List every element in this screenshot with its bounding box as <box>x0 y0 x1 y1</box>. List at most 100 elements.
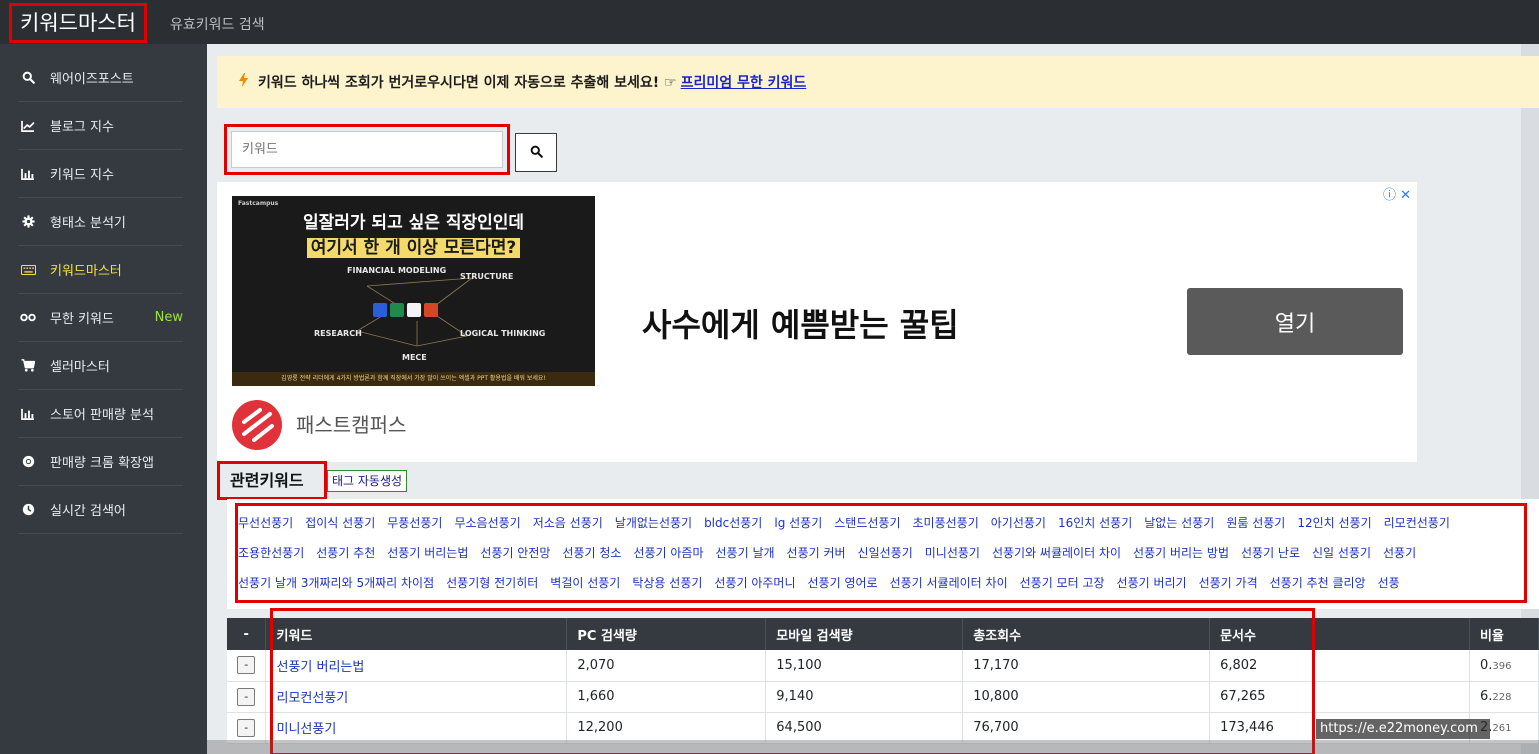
related-keyword-link[interactable]: 날개없는선풍기 <box>615 514 692 531</box>
related-keyword-link[interactable]: 선풍기 <box>1383 544 1416 561</box>
sidebar-item-label: 웨어이즈포스트 <box>50 72 134 87</box>
col-header-keyword[interactable]: 키워드 <box>265 618 568 650</box>
ad-image-label-structure: STRUCTURE <box>460 272 514 281</box>
sidebar-item-label: 블로그 지수 <box>50 120 114 135</box>
sidebar-item-label: 셀러마스터 <box>50 360 110 375</box>
related-keyword-link[interactable]: 선풍기와 써큘레이터 차이 <box>992 544 1121 561</box>
related-keyword-link[interactable]: 선풍기 서큘레이터 차이 <box>890 574 1008 591</box>
related-keyword-link[interactable]: 신일 선풍기 <box>1312 544 1371 561</box>
search-icon <box>530 143 543 162</box>
related-keyword-link[interactable]: 무소음선풍기 <box>454 514 520 531</box>
related-keyword-link[interactable]: 날없는 선풍기 <box>1144 514 1214 531</box>
related-keyword-link[interactable]: 선풍기 버리는 방법 <box>1133 544 1229 561</box>
related-keyword-link[interactable]: 선풍기 버리는법 <box>387 544 468 561</box>
watermark: https://e.e22money.com <box>1316 719 1490 739</box>
line-chart-icon <box>18 120 38 132</box>
advertisement[interactable]: ⓘ ✕ Fastcampus 일잘러가 되고 싶은 직장인인데 여기서 한 개 … <box>217 182 1417 462</box>
related-keyword-link[interactable]: 선풍기 추천 <box>316 544 375 561</box>
related-keyword-link[interactable]: bldc선풍기 <box>704 514 762 531</box>
tag-autogen-button[interactable]: 태그 자동생성 <box>327 470 408 492</box>
related-keyword-link[interactable]: 무풍선풍기 <box>387 514 442 531</box>
related-keyword-link[interactable]: 선풍기 난로 <box>1241 544 1300 561</box>
word-icon <box>373 303 387 317</box>
remove-row-button[interactable]: - <box>237 718 256 737</box>
related-keyword-link[interactable]: lg 선풍기 <box>774 514 822 531</box>
sidebar-item-whereispost[interactable]: 웨어이즈포스트 <box>18 54 183 102</box>
related-keyword-link[interactable]: 16인치 선풍기 <box>1058 514 1132 531</box>
related-keyword-link[interactable]: 선풍기 아주머니 <box>714 574 795 591</box>
clock-icon <box>18 503 38 516</box>
related-keyword-link[interactable]: 선풍기 청소 <box>562 544 621 561</box>
related-keyword-link[interactable]: 아기선풍기 <box>991 514 1046 531</box>
ad-headline[interactable]: 사수에게 예쁨받는 꿀팁 <box>642 300 959 346</box>
related-keyword-link[interactable]: 저소음 선풍기 <box>533 514 603 531</box>
col-header-pc[interactable]: PC 검색량 <box>566 618 767 650</box>
related-keyword-link[interactable]: 선풍기 모터 고장 <box>1020 574 1105 591</box>
related-keyword-link[interactable]: 선풍기 영어로 <box>808 574 878 591</box>
related-keyword-link[interactable]: 미니선풍기 <box>925 544 980 561</box>
related-keyword-link[interactable]: 초미풍선풍기 <box>913 514 979 531</box>
related-keyword-link[interactable]: 선풍기 안전망 <box>480 544 550 561</box>
pc-volume: 1,660 <box>566 681 767 713</box>
top-bar: 키워드마스터 유효키워드 검색 <box>0 0 1539 44</box>
related-keyword-link[interactable]: 선풍기 날개 <box>716 544 775 561</box>
col-header-total[interactable]: 총조회수 <box>962 618 1211 650</box>
related-keyword-link[interactable]: 선풍기 추천 클리앙 <box>1270 574 1366 591</box>
sidebar-item-realtime-search[interactable]: 실시간 검색어 <box>18 486 183 534</box>
cart-icon <box>18 359 38 372</box>
row-action-cell: - <box>227 712 267 744</box>
related-keyword-link[interactable]: 선풍기 버리기 <box>1117 574 1187 591</box>
ad-image-app-icons <box>373 303 438 317</box>
col-header-ratio[interactable]: 비율 <box>1469 618 1539 650</box>
related-keyword-link[interactable]: 12인치 선풍기 <box>1297 514 1371 531</box>
ad-info-close-icons[interactable]: ⓘ ✕ <box>1383 184 1411 203</box>
total-volume: 17,170 <box>962 650 1211 682</box>
doc-count: 67,265 <box>1209 681 1470 713</box>
related-keyword-link[interactable]: 무선선풍기 <box>238 514 293 531</box>
search-button[interactable] <box>515 133 557 172</box>
related-keyword-link[interactable]: 벽걸이 선풍기 <box>550 574 620 591</box>
main-content: 키워드 하나씩 조회가 번거로우시다면 이제 자동으로 추출해 보세요! ☞ 프… <box>207 44 1539 754</box>
ad-open-button[interactable]: 열기 <box>1187 288 1403 355</box>
sidebar-item-label: 키워드마스터 <box>50 264 122 279</box>
related-keyword-link[interactable]: 조용한선풍기 <box>238 544 304 561</box>
sidebar-item-blog-index[interactable]: 블로그 지수 <box>18 102 183 150</box>
related-keyword-link[interactable]: 선풍기 날개 3개짜리와 5개짜리 차이점 <box>238 574 434 591</box>
sidebar-item-morpheme-analyzer[interactable]: 형태소 분석기 <box>18 198 183 246</box>
sidebar-item-keyword-index[interactable]: 키워드 지수 <box>18 150 183 198</box>
col-header-mobile[interactable]: 모바일 검색량 <box>765 618 964 650</box>
banner-text: 키워드 하나씩 조회가 번거로우시다면 이제 자동으로 추출해 보세요! ☞ <box>258 75 677 91</box>
related-keyword-link[interactable]: 선풍기형 전기히터 <box>446 574 538 591</box>
related-keyword-link[interactable]: 접이식 선풍기 <box>305 514 375 531</box>
col-header-docs[interactable]: 문서수 <box>1209 618 1470 650</box>
pc-volume: 12,200 <box>566 712 767 744</box>
ad-image[interactable]: Fastcampus 일잘러가 되고 싶은 직장인인데 여기서 한 개 이상 모… <box>232 196 595 386</box>
keyword-link[interactable]: 선풍기 버리는법 <box>276 660 364 675</box>
sidebar-item-store-sales-analysis[interactable]: 스토어 판매량 분석 <box>18 390 183 438</box>
keyword-cell: 선풍기 버리는법 <box>265 650 568 682</box>
related-keyword-link[interactable]: 선풍기 커버 <box>787 544 846 561</box>
related-keyword-link[interactable]: 신일선풍기 <box>858 544 913 561</box>
sidebar-item-keyword-master[interactable]: 키워드마스터 <box>18 246 183 294</box>
keyword-link[interactable]: 미니선풍기 <box>276 722 336 737</box>
sidebar-item-infinite-keyword[interactable]: 무한 키워드 New <box>18 294 183 342</box>
premium-keyword-link[interactable]: 프리미엄 무한 키워드 <box>681 72 807 92</box>
brand-title[interactable]: 키워드마스터 <box>9 3 147 43</box>
related-keyword-link[interactable]: 리모컨선풍기 <box>1384 514 1450 531</box>
sidebar-item-chrome-extension[interactable]: 판매량 크롬 확장앱 <box>18 438 183 486</box>
remove-row-button[interactable]: - <box>237 656 256 675</box>
remove-row-button[interactable]: - <box>237 687 256 706</box>
related-keyword-link[interactable]: 스탠드선풍기 <box>834 514 900 531</box>
ad-brand-name[interactable]: 패스트캠퍼스 <box>296 409 406 438</box>
related-keyword-link[interactable]: 선풍 <box>1378 574 1400 591</box>
bar-chart-icon <box>18 168 38 180</box>
keyword-link[interactable]: 리모컨선풍기 <box>276 691 348 706</box>
related-keyword-link[interactable]: 원룸 선풍기 <box>1226 514 1285 531</box>
related-keyword-link[interactable]: 선풍기 아즘마 <box>633 544 703 561</box>
related-keyword-link[interactable]: 탁상용 선풍기 <box>632 574 702 591</box>
related-keyword-link[interactable]: 선풍기 가격 <box>1199 574 1258 591</box>
keyword-search-input[interactable] <box>231 131 503 168</box>
sidebar-item-seller-master[interactable]: 셀러마스터 <box>18 342 183 390</box>
ratio-cell: 0.396 <box>1469 650 1539 682</box>
keyword-row-2: 조용한선풍기 선풍기 추천 선풍기 버리는법 선풍기 안전망 선풍기 청소 선풍기 아즘마… <box>238 537 1527 567</box>
